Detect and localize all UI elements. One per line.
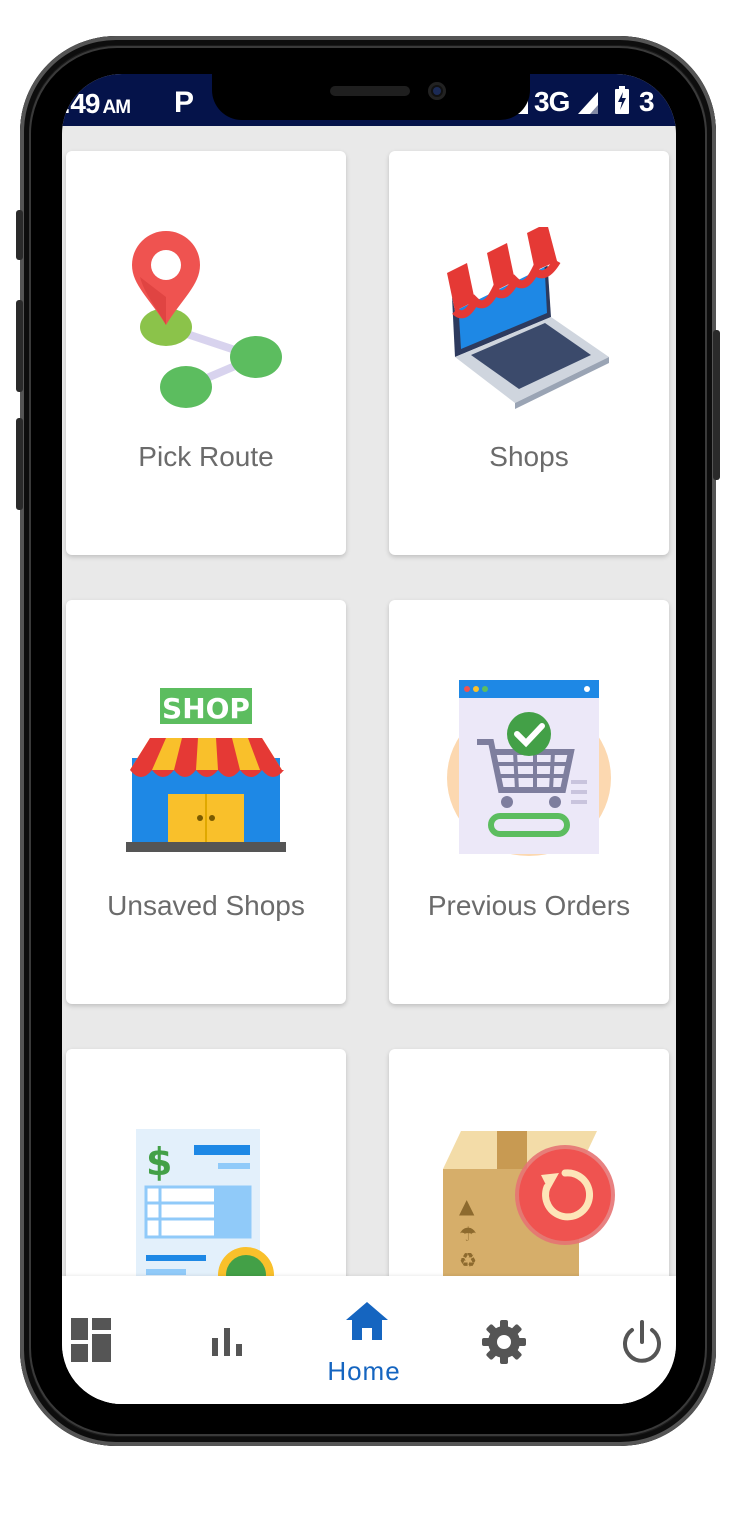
nav-home-label: Home xyxy=(327,1356,401,1386)
return-box-icon: ▲ ☂ ♻ xyxy=(443,1131,615,1289)
card-shops[interactable]: Shops xyxy=(389,151,669,555)
bar-chart-icon[interactable] xyxy=(212,1328,244,1356)
volume-up-button xyxy=(16,300,23,392)
home-icon xyxy=(346,1302,388,1340)
status-time: :49 AM xyxy=(62,88,131,119)
card-label: Unsaved Shops xyxy=(107,890,305,921)
bottom-navigation: Home xyxy=(62,1276,676,1404)
network-type: 3G xyxy=(534,86,570,117)
battery-level: 3 xyxy=(639,86,655,117)
app-screen: :49 AM P 3G 3 Pick Route Shops SHOP Unsa… xyxy=(62,74,676,1404)
power-side-button xyxy=(713,330,720,480)
signal-strength-icon xyxy=(578,92,598,114)
invoice-icon: $ xyxy=(136,1129,274,1287)
svg-text:☂: ☂ xyxy=(459,1222,477,1246)
battery-icon xyxy=(615,86,629,114)
svg-text:$: $ xyxy=(146,1140,172,1184)
cart-order-icon xyxy=(447,680,611,856)
svg-text:♻: ♻ xyxy=(459,1248,477,1272)
card-unsaved-shops[interactable]: SHOP Unsaved Shops xyxy=(66,600,346,1004)
volume-down-button xyxy=(16,418,23,510)
svg-text:SHOP: SHOP xyxy=(162,692,250,725)
speaker xyxy=(330,86,410,96)
laptop-shop-icon xyxy=(447,227,609,409)
card-label: Shops xyxy=(489,441,569,472)
card-label: Pick Route xyxy=(138,441,274,472)
parking-notification-icon: P xyxy=(174,86,195,119)
card-label: Previous Orders xyxy=(427,890,631,921)
svg-text:▲: ▲ xyxy=(459,1194,475,1218)
power-icon[interactable] xyxy=(620,1320,664,1364)
card-previous-orders[interactable]: Previous Orders xyxy=(389,600,669,1004)
volume-button xyxy=(16,210,23,260)
card-pick-route[interactable]: Pick Route xyxy=(66,151,346,555)
gear-icon[interactable] xyxy=(482,1320,526,1364)
storefront-icon: SHOP xyxy=(126,688,286,852)
front-camera xyxy=(428,82,446,100)
notch xyxy=(212,74,530,120)
map-route-icon xyxy=(132,231,282,408)
dashboard-icon[interactable] xyxy=(71,1318,111,1362)
